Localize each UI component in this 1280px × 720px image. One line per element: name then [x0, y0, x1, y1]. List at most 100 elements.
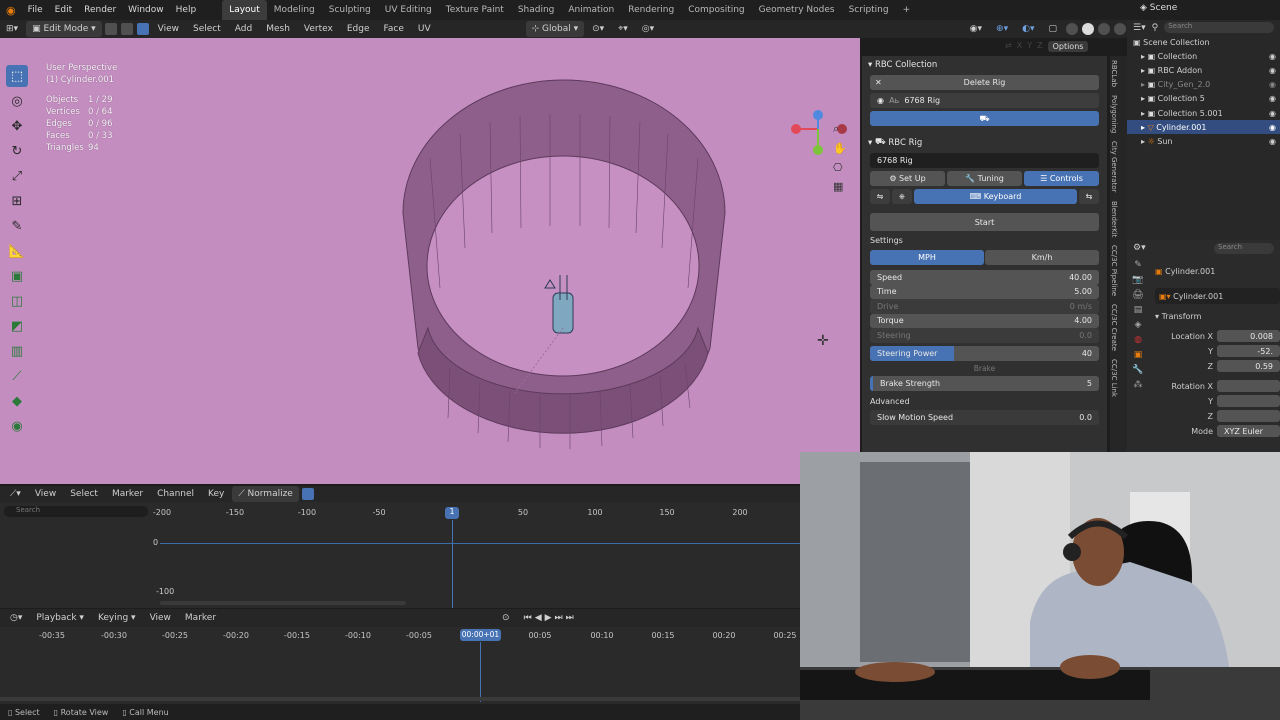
timeline-menu-marker[interactable]: Marker [179, 610, 222, 626]
step-back-icon[interactable]: ◀ [535, 613, 545, 623]
select-box-tool-icon[interactable]: ⬚ [6, 65, 28, 87]
visibility-icon[interactable]: ◉ [1269, 80, 1276, 89]
vtab-cc-pipeline[interactable]: CC/3C Pipeline [1110, 241, 1118, 300]
spin-tool-icon[interactable]: ◉ [6, 415, 28, 437]
select-mode-edge-icon[interactable] [120, 23, 133, 35]
transform-section-header[interactable]: ▾ Transform [1155, 312, 1280, 326]
steering-power-slider[interactable]: Steering Power 40 [870, 345, 1099, 361]
sync-tab-icon[interactable]: ⇆ [1079, 189, 1099, 204]
cursor-tool-icon[interactable]: ◎ [6, 90, 28, 112]
normalize-options-icon[interactable] [301, 488, 314, 500]
scene-props-icon[interactable]: ◈ [1135, 320, 1142, 330]
select-mode-face-icon[interactable] [136, 23, 149, 35]
tab-texture-paint[interactable]: Texture Paint [439, 0, 511, 20]
add-workspace-icon[interactable]: + [896, 0, 918, 20]
axis-y-toggle[interactable]: Y [1027, 41, 1032, 52]
visibility-icon[interactable]: ◉ [1269, 66, 1276, 75]
pan-hand-icon[interactable]: ✋ [833, 142, 847, 155]
gizmo-icon[interactable]: ⊕▾ [990, 21, 1014, 37]
mirror-icon[interactable]: ⇄ [1005, 41, 1012, 52]
unit-kmh[interactable]: Km/h [985, 250, 1099, 265]
output-props-icon[interactable]: 🖨 [1132, 290, 1143, 300]
outliner-item[interactable]: ▸ ▣ Collection 5.001 ◉ [1127, 106, 1280, 120]
unit-mph[interactable]: MPH [870, 250, 984, 265]
shading-render-icon[interactable] [1114, 23, 1126, 35]
step-forward-icon[interactable]: ⏭ [555, 613, 566, 623]
shading-solid-icon[interactable] [1082, 23, 1094, 35]
visibility-icon[interactable]: ◉ [1269, 52, 1276, 61]
tab-tuning[interactable]: 🔧 Tuning [947, 171, 1022, 186]
blender-logo-icon[interactable]: ◉ [0, 4, 22, 17]
menu-help[interactable]: Help [170, 5, 203, 15]
world-props-icon[interactable]: ◍ [1134, 335, 1142, 345]
menu-add[interactable]: Add [229, 21, 258, 37]
annotate-tool-icon[interactable]: ✎ [6, 215, 28, 237]
timeline-playhead[interactable] [480, 642, 481, 702]
bevel-tool-icon[interactable]: ◩ [6, 315, 28, 337]
keyboard-tab[interactable]: ⌨ Keyboard [914, 189, 1077, 204]
tab-layout[interactable]: Layout [222, 0, 267, 20]
outliner-item[interactable]: ▸ ▣ RBC Addon ◉ [1127, 63, 1280, 77]
vtab-polygoning[interactable]: Polygoning [1110, 91, 1118, 137]
extrude-tool-icon[interactable]: ▣ [6, 265, 28, 287]
rbc-collection-header[interactable]: ▾ RBC Collection [862, 56, 1107, 73]
car-select-button[interactable]: ⛟ [870, 111, 1099, 126]
graph-menu-view[interactable]: View [29, 486, 62, 502]
menu-edge[interactable]: Edge [341, 21, 376, 37]
graph-frame-ruler[interactable]: -200 -150 -100 -50 50 100 150 200 [0, 506, 800, 520]
visibility-icon[interactable]: ◉▾ [964, 21, 988, 37]
rotation-z-field[interactable] [1217, 410, 1280, 422]
shading-material-icon[interactable] [1098, 23, 1110, 35]
tab-scripting[interactable]: Scripting [842, 0, 896, 20]
timeline-menu-playback[interactable]: Playback ▾ [30, 610, 90, 626]
outliner-item[interactable]: ▸ ▽ Cylinder.001 ◉ [1127, 120, 1280, 135]
setting-time-field[interactable]: Time 5.00 [870, 284, 1099, 299]
location-x-field[interactable]: 0.008 [1217, 330, 1280, 342]
menu-vertex[interactable]: Vertex [298, 21, 339, 37]
overlay-icon[interactable]: ◐▾ [1016, 21, 1040, 37]
menu-file[interactable]: File [22, 5, 49, 15]
axis-z-toggle[interactable]: Z [1037, 41, 1042, 52]
timeline-current-time[interactable]: 00:00+01 [460, 629, 501, 641]
setting-speed-field[interactable]: Speed 40.00 [870, 270, 1099, 285]
xray-icon[interactable]: ▢ [1042, 21, 1063, 37]
visibility-icon[interactable]: ◉ [1269, 137, 1276, 146]
menu-face[interactable]: Face [378, 21, 410, 37]
camera-icon[interactable]: ⎔ [833, 161, 847, 174]
menu-select[interactable]: Select [187, 21, 227, 37]
timeline-menu-keying[interactable]: Keying ▾ [92, 610, 142, 626]
outliner-search-input[interactable]: Search [1164, 22, 1274, 33]
axis-x-toggle[interactable]: X [1017, 41, 1022, 52]
shading-wire-icon[interactable] [1066, 23, 1078, 35]
filter-icon[interactable]: ⚲ [1152, 23, 1159, 33]
rotate-tool-icon[interactable]: ↻ [6, 140, 28, 162]
poly-build-tool-icon[interactable]: ◆ [6, 390, 28, 412]
graph-current-frame[interactable]: 1 [445, 507, 459, 519]
menu-edit[interactable]: Edit [49, 5, 78, 15]
tab-uv-editing[interactable]: UV Editing [378, 0, 439, 20]
tool-props-icon[interactable]: ✎ [1134, 260, 1142, 270]
move-tool-icon[interactable]: ✥ [6, 115, 28, 137]
delete-rig-button[interactable]: ✕ Delete Rig [870, 75, 1099, 90]
outliner-editor-icon[interactable]: ☰▾ [1133, 23, 1146, 33]
timeline-ruler[interactable]: -00:35 -00:30 -00:25 -00:20 -00:15 -00:10 -00:… [0, 629, 800, 643]
3d-viewport[interactable]: ✛ ⌕ ✋ ⎔ ▦ User Perspective (1) Cylinder.… [0, 38, 860, 484]
properties-editor-icon[interactable]: ⚙▾ [1133, 243, 1146, 253]
properties-search-input[interactable]: Search [1214, 242, 1274, 254]
rig-name-field[interactable]: 6768 Rig [870, 153, 1099, 168]
object-props-icon[interactable]: ▣ [1134, 350, 1143, 360]
vtab-rbclab[interactable]: RBCLab [1110, 56, 1118, 91]
outliner-item[interactable]: ▸ ▣ Collection ◉ [1127, 49, 1280, 63]
transform-tool-icon[interactable]: ⊞ [6, 190, 28, 212]
jump-end-icon[interactable]: ⏭ [566, 613, 577, 623]
render-props-icon[interactable]: 📷 [1132, 275, 1143, 285]
scale-tool-icon[interactable]: ⤢ [6, 165, 28, 187]
location-z-field[interactable]: 0.59 [1217, 360, 1280, 372]
rig-list-item[interactable]: ◉ Aь 6768 Rig [870, 93, 1099, 108]
play-icon[interactable]: ▶ [545, 613, 555, 623]
object-name-field[interactable]: ▣▾ Cylinder.001 [1155, 288, 1280, 304]
loop-cut-tool-icon[interactable]: ▥ [6, 340, 28, 362]
vtab-blenderkit[interactable]: BlenderKit [1110, 197, 1118, 241]
graph-playhead[interactable] [452, 520, 453, 608]
particles-props-icon[interactable]: ⁂ [1134, 380, 1143, 390]
